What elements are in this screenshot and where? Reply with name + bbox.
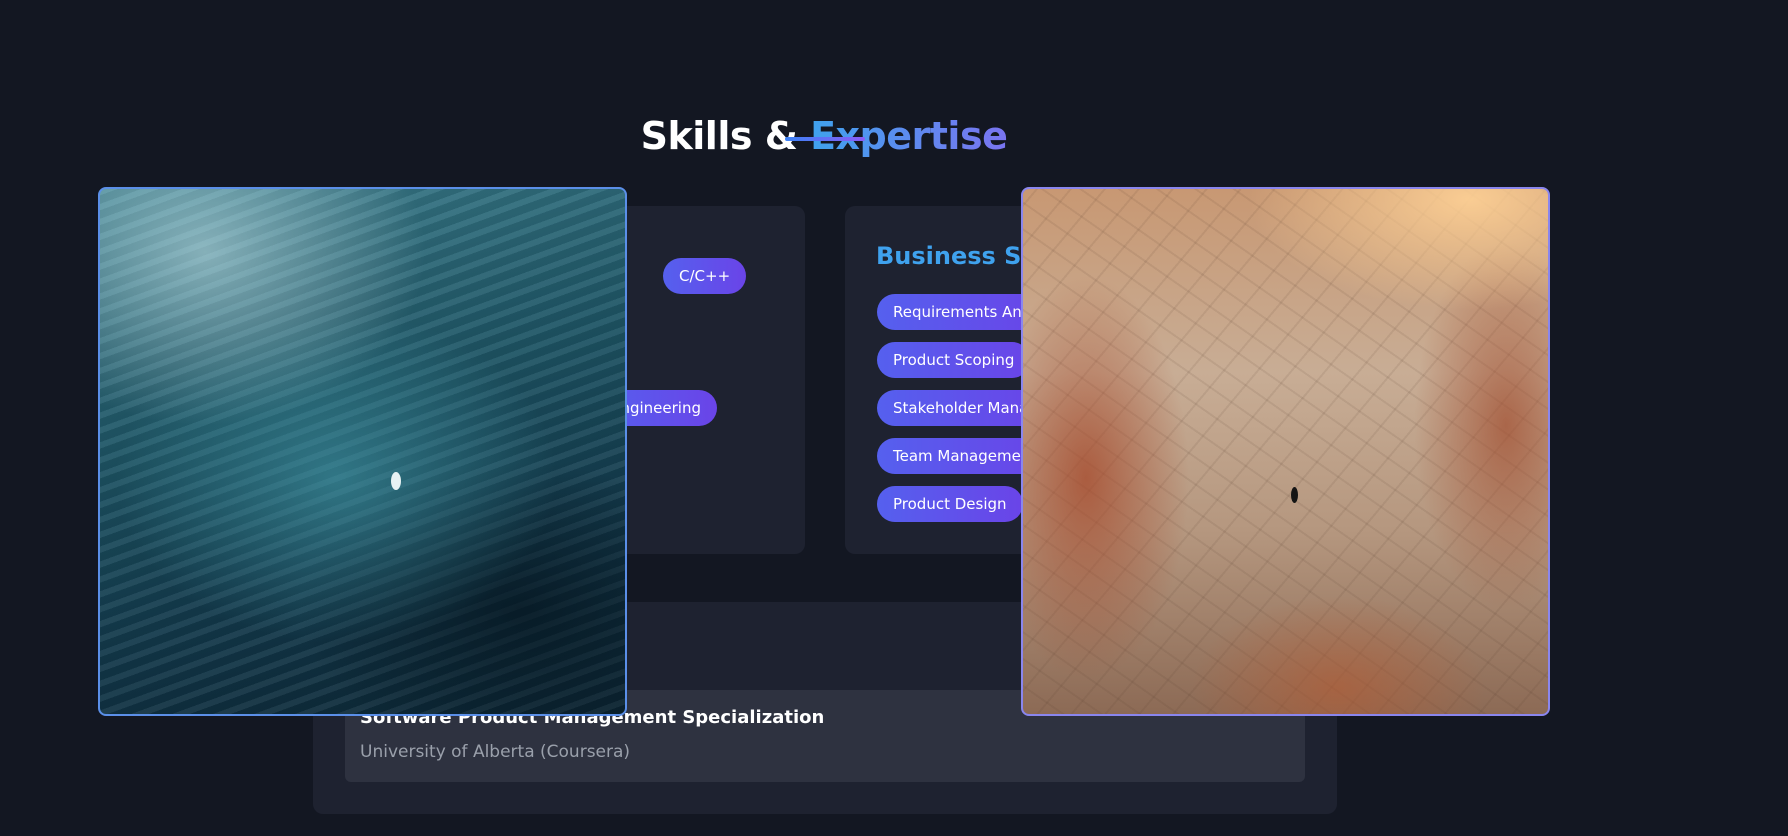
swimmer-figure bbox=[391, 472, 401, 490]
section-title-accent: Expertise bbox=[810, 113, 1008, 158]
skill-pill-stakeholder-management[interactable]: Stakeholder Mana bbox=[877, 390, 1045, 426]
section-title-main: Skills & bbox=[640, 113, 798, 158]
skill-pill-product-design[interactable]: Product Design bbox=[877, 486, 1023, 522]
section-title: Skills & Expertise bbox=[0, 114, 1648, 158]
walker-figure bbox=[1291, 487, 1298, 503]
skill-pill-product-scoping[interactable]: Product Scoping bbox=[877, 342, 1031, 378]
ocean-photo[interactable] bbox=[98, 187, 627, 716]
business-skills-heading: Business Sk bbox=[876, 242, 1038, 270]
skill-pill-cpp[interactable]: C/C++ bbox=[663, 258, 747, 294]
certification-issuer: University of Alberta (Coursera) bbox=[360, 742, 631, 762]
title-underline bbox=[785, 137, 865, 141]
desert-photo[interactable] bbox=[1021, 187, 1550, 716]
